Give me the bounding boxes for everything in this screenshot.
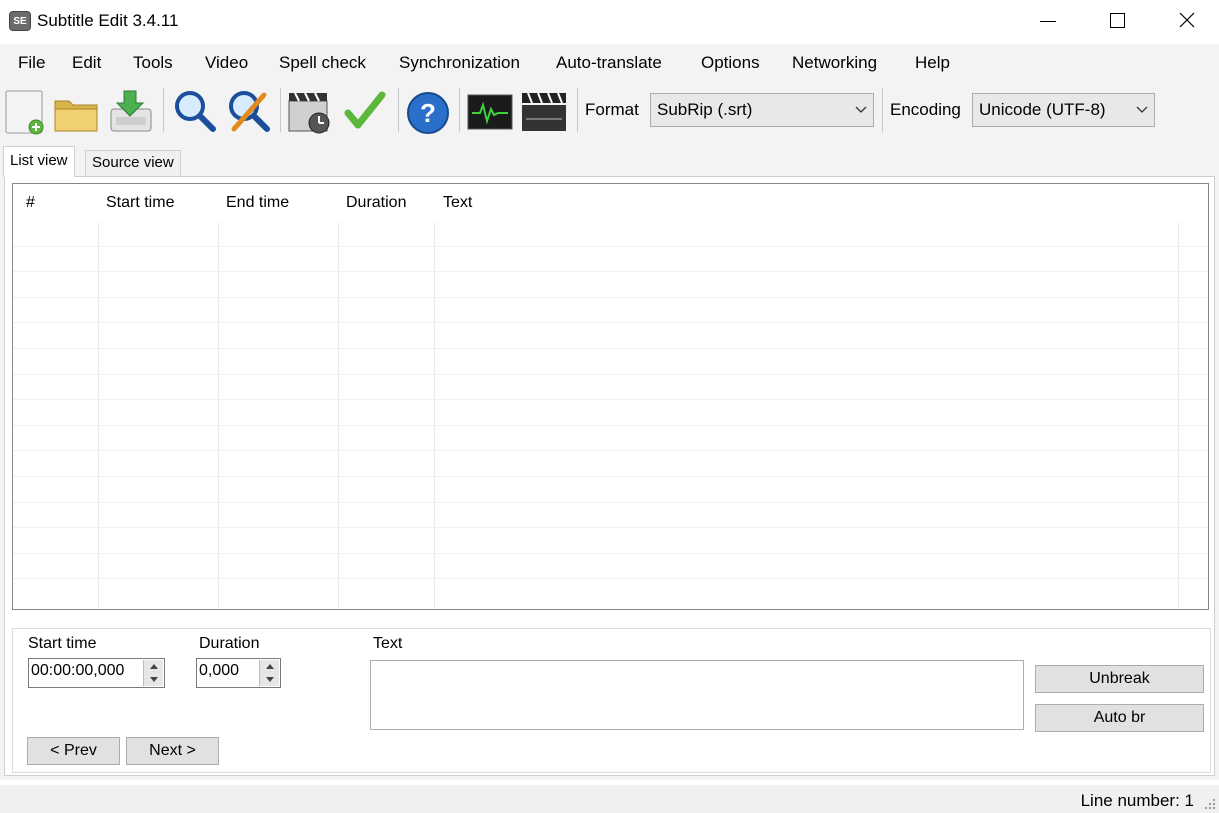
start-time-label: Start time <box>28 635 97 652</box>
menu-tools[interactable]: Tools <box>133 53 173 73</box>
video-clapper-icon[interactable] <box>520 87 568 135</box>
format-value: SubRip (.srt) <box>657 100 753 119</box>
save-download-icon[interactable] <box>106 87 154 135</box>
menu-options[interactable]: Options <box>701 53 760 73</box>
grid-header: # Start time End time Duration Text <box>13 184 1208 222</box>
help-icon[interactable]: ? <box>404 87 452 135</box>
menu-help[interactable]: Help <box>915 53 950 73</box>
menu-spell-check[interactable]: Spell check <box>279 53 366 73</box>
column-header-number[interactable]: # <box>26 194 35 212</box>
edit-panel: Start time Duration Text Unbreak Auto br <box>12 628 1211 773</box>
subtitle-text-area[interactable] <box>370 660 1024 730</box>
app-logo-icon: SE <box>9 11 31 31</box>
next-button[interactable]: Next > <box>126 737 219 765</box>
text-label: Text <box>373 635 403 652</box>
format-label: Format <box>585 100 639 119</box>
toolbar: ? Format SubRip (.srt) Encoding Unicode … <box>0 82 1219 140</box>
replace-icon[interactable] <box>224 87 272 135</box>
duration-input[interactable] <box>199 662 257 680</box>
start-time-spin-buttons[interactable] <box>143 660 163 686</box>
start-time-input[interactable] <box>31 662 139 680</box>
maximize-button[interactable] <box>1083 0 1153 43</box>
line-number-status: Line number: 1 <box>1080 791 1194 810</box>
menu-networking[interactable]: Networking <box>792 53 877 73</box>
column-header-duration[interactable]: Duration <box>346 194 406 212</box>
menu-edit[interactable]: Edit <box>72 53 101 73</box>
encoding-value: Unicode (UTF-8) <box>979 100 1106 119</box>
close-icon <box>1179 12 1195 28</box>
minimize-icon <box>1040 21 1056 22</box>
chevron-down-icon <box>855 106 867 113</box>
column-header-end-time[interactable]: End time <box>226 194 289 212</box>
minimize-button[interactable] <box>1013 0 1083 43</box>
encoding-select[interactable]: Unicode (UTF-8) <box>972 93 1155 127</box>
status-bar: Line number: 1 <box>0 785 1219 813</box>
subtitle-grid[interactable]: # Start time End time Duration Text <box>12 183 1209 610</box>
column-header-start-time[interactable]: Start time <box>106 194 174 212</box>
start-time-stepper[interactable] <box>28 658 165 688</box>
column-header-text[interactable]: Text <box>443 194 472 212</box>
spin-down-icon[interactable] <box>260 673 279 686</box>
duration-label: Duration <box>199 635 260 652</box>
menu-auto-translate[interactable]: Auto-translate <box>556 53 662 73</box>
spin-up-icon[interactable] <box>260 660 279 673</box>
tab-source-view[interactable]: Source view <box>85 150 181 177</box>
menu-synchronization[interactable]: Synchronization <box>399 53 520 73</box>
duration-stepper[interactable] <box>196 658 281 688</box>
open-folder-icon[interactable] <box>52 87 100 135</box>
menu-file[interactable]: File <box>18 53 45 73</box>
format-select[interactable]: SubRip (.srt) <box>650 93 874 127</box>
spell-check-icon[interactable] <box>342 87 390 135</box>
new-file-icon[interactable] <box>2 87 50 135</box>
window-title: Subtitle Edit 3.4.11 <box>37 11 179 30</box>
prev-button[interactable]: < Prev <box>27 737 120 765</box>
tab-container: List view Source view # Start time End t… <box>0 140 1219 780</box>
visual-sync-icon[interactable] <box>286 87 334 135</box>
auto-break-button[interactable]: Auto br <box>1035 704 1204 732</box>
resize-grip-icon[interactable] <box>1202 796 1216 810</box>
duration-spin-buttons[interactable] <box>259 660 279 686</box>
waveform-icon[interactable] <box>466 87 514 135</box>
svg-text:?: ? <box>420 98 436 128</box>
menu-bar: File Edit Tools Video Spell check Synchr… <box>0 44 1219 82</box>
list-view-page: # Start time End time Duration Text Star… <box>4 176 1215 776</box>
menu-video[interactable]: Video <box>205 53 248 73</box>
close-button[interactable] <box>1153 0 1219 43</box>
chevron-down-icon <box>1136 106 1148 113</box>
unbreak-button[interactable]: Unbreak <box>1035 665 1204 693</box>
tab-list-view[interactable]: List view <box>3 146 75 177</box>
encoding-label: Encoding <box>890 100 961 119</box>
spin-up-icon[interactable] <box>144 660 163 673</box>
title-bar: SE Subtitle Edit 3.4.11 <box>0 0 1219 43</box>
spin-down-icon[interactable] <box>144 673 163 686</box>
maximize-icon <box>1110 13 1125 28</box>
find-icon[interactable] <box>170 87 218 135</box>
